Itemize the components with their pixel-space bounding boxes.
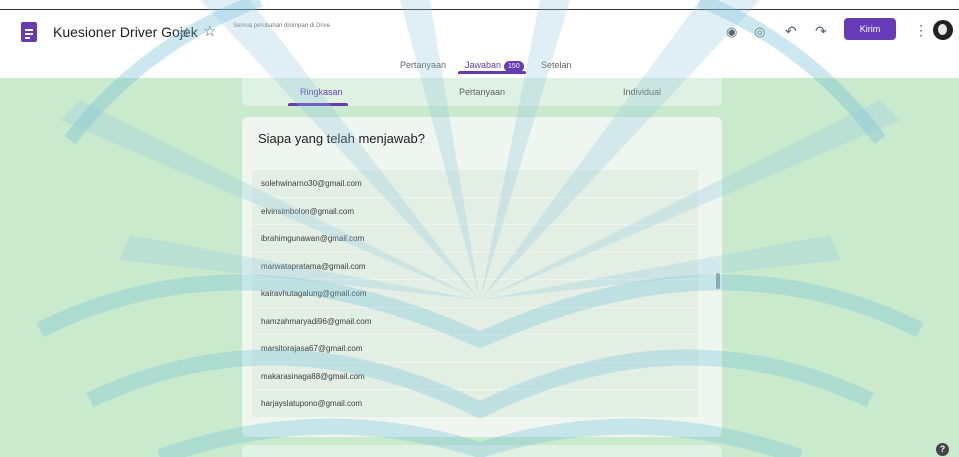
redo-icon[interactable]: ↷ [815, 23, 827, 39]
list-item: solehwinarno30@gmail.com [252, 170, 698, 198]
subtab-pertanyaan[interactable]: Pertanyaan [459, 87, 505, 97]
app-header: Kuesioner Driver Gojek ☌ ☆ Semua perubah… [0, 0, 959, 78]
list-item: ibrahimgunawan@gmail.com [252, 225, 698, 253]
subtab-individual[interactable]: Individual [623, 87, 661, 97]
respondent-email-list[interactable]: solehwinarno30@gmail.com elvinsimbolon@g… [252, 170, 698, 432]
card-title: Siapa yang telah menjawab? [258, 131, 425, 146]
list-item: hamzahmaryadi96@gmail.com [252, 307, 698, 335]
next-card-edge [242, 445, 722, 457]
active-tab-indicator [458, 71, 526, 74]
forms-icon[interactable] [21, 22, 37, 42]
active-subtab-indicator [288, 103, 348, 106]
help-icon[interactable]: ? [936, 443, 949, 456]
add-collaborator-icon[interactable]: ☌ [180, 25, 189, 41]
list-scrollbar-thumb[interactable] [716, 273, 720, 289]
list-item: elvinsimbolon@gmail.com [252, 197, 698, 225]
eye-icon[interactable]: ◎ [754, 24, 765, 40]
save-status: Semua perubahan disimpan di Drive [233, 23, 331, 29]
more-vert-icon[interactable]: ⋮ [914, 22, 928, 39]
tab-jawaban-label: Jawaban [465, 60, 502, 70]
list-item: kairavhutagalung@gmail.com [252, 280, 698, 308]
subtab-ringkasan[interactable]: Ringkasan [300, 87, 343, 97]
list-item: marwatapratama@gmail.com [252, 252, 698, 280]
document-title[interactable]: Kuesioner Driver Gojek [53, 24, 198, 40]
palette-icon[interactable]: ◉ [726, 24, 737, 40]
tab-setelan[interactable]: Setelan [541, 60, 572, 70]
avatar[interactable] [933, 20, 953, 40]
top-divider [0, 9, 959, 10]
page: Kuesioner Driver Gojek ☌ ☆ Semua perubah… [0, 0, 959, 457]
list-scrollbar-track[interactable] [714, 170, 720, 432]
send-button[interactable]: Kirim [844, 18, 896, 40]
response-subtabs: Ringkasan Pertanyaan Individual [242, 78, 722, 106]
star-icon[interactable]: ☆ [203, 24, 216, 40]
tab-pertanyaan[interactable]: Pertanyaan [400, 60, 446, 70]
list-item: harjayslatupono@gmail.com [252, 390, 698, 418]
list-item: marsitorajasa67@gmail.com [252, 335, 698, 363]
list-item: makarasinaga88@gmail.com [252, 362, 698, 390]
undo-icon[interactable]: ↶ [785, 23, 797, 39]
